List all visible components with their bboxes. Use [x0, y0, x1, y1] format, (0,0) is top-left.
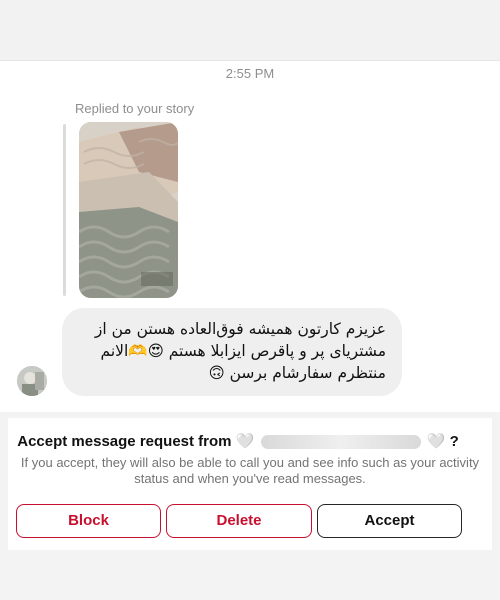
heart-icon: 🤍	[235, 433, 255, 450]
message-bubble[interactable]: عزیزم کارتون همیشه فوق‌العاده هستن من از…	[62, 308, 402, 396]
story-thumbnail[interactable]	[79, 122, 178, 298]
story-reply-indicator-bar	[63, 124, 66, 296]
request-title-suffix: ?	[449, 433, 459, 450]
message-timestamp: 2:55 PM	[225, 66, 275, 81]
request-title: Accept message request from 🤍 🤍 ?	[0, 432, 476, 450]
request-title-prefix: Accept message request from	[17, 433, 232, 450]
accept-button[interactable]: Accept	[317, 504, 462, 538]
replied-to-story-label: Replied to your story	[75, 101, 195, 116]
message-line-1: عزیزم کارتون همیشه فوق‌العاده هستن من از	[94, 320, 386, 338]
message-line-2: مشتریای پر و پاقرص ایزابلا هستم 😍🫶الانم	[100, 342, 386, 360]
heart-icon: 🤍	[426, 433, 446, 450]
message-line-3: منتظرم سفارشام برسن 🙃	[208, 364, 386, 382]
delete-button[interactable]: Delete	[166, 504, 312, 538]
bottom-bar	[0, 560, 500, 600]
sender-avatar[interactable]	[17, 366, 47, 396]
requester-name-redacted	[260, 435, 421, 450]
avatar-image	[17, 366, 47, 396]
fabric-stack-image	[79, 122, 178, 298]
block-button[interactable]: Block	[16, 504, 161, 538]
top-bar	[0, 0, 500, 61]
request-description: If you accept, they will also be able to…	[20, 455, 480, 486]
